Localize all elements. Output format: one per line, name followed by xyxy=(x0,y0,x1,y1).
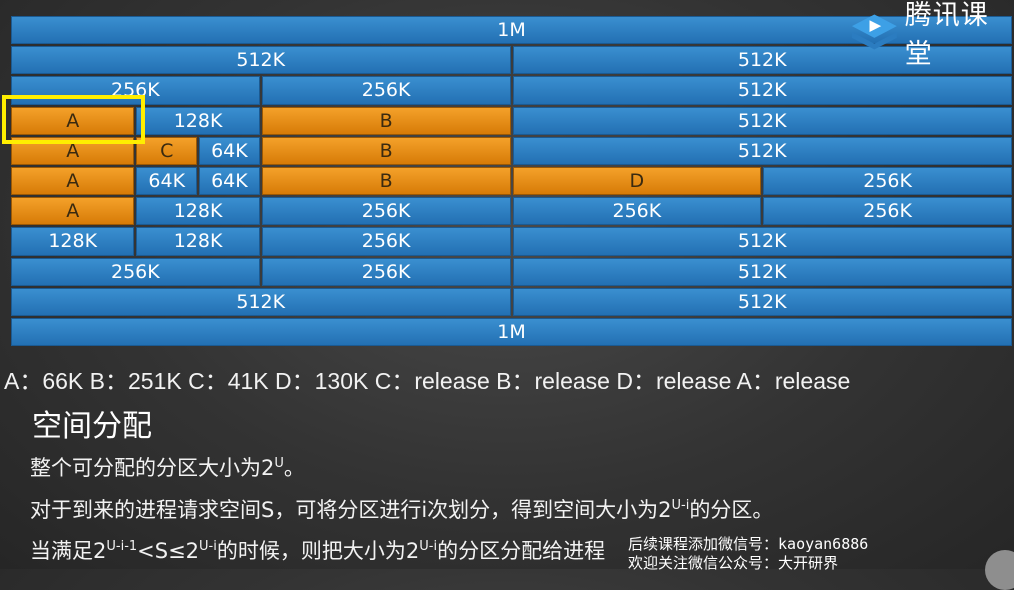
block-free-r9-c0: 512K xyxy=(11,287,511,316)
block-free-r9-c1: 512K xyxy=(512,287,1012,316)
watermark-line-2: 欢迎关注微信公众号：大开研界 xyxy=(628,554,839,572)
block-allocated-r3-c0: A xyxy=(11,106,135,135)
block-free-r2-c0: 256K xyxy=(11,76,260,105)
buddy-system-diagram: 1M 512K 512K 256K 256K 512K A 128K B 512K A C 64K B 51… xyxy=(0,0,1014,350)
block-free-r6-c2: 256K xyxy=(261,197,511,226)
watermark-line-1: 后续课程添加微信号：kaoyan6886 xyxy=(628,535,869,553)
block-free-r8-c2: 512K xyxy=(512,257,1012,286)
logo-text: 腾讯课堂 xyxy=(904,0,989,70)
block-free-r6-c1: 128K xyxy=(136,197,260,226)
text-line-1: 整个可分配的分区大小为2U。 xyxy=(30,456,305,480)
logo: 腾讯课堂 xyxy=(850,0,1014,70)
block-allocated-r4-c1: C xyxy=(136,136,198,165)
block-allocated-r4-c3: B xyxy=(261,136,511,165)
allocation-sequence: A：66K B：251K C：41K D：130K C：release B：re… xyxy=(4,368,851,394)
text-line-2: 对于到来的进程请求空间S，可将分区进行i次划分，得到空间大小为2U-i的分区。 xyxy=(30,498,774,522)
block-free-r3-c1: 128K xyxy=(136,106,260,135)
block-free-r6-c4: 256K xyxy=(763,197,1012,226)
block-free-r7-c3: 512K xyxy=(512,227,1012,256)
block-allocated-r5-c3: B xyxy=(261,167,511,196)
watermark: 后续课程添加微信号：kaoyan6886 欢迎关注微信公众号：大开研界 xyxy=(628,535,868,573)
block-free-r1-c0: 512K xyxy=(11,46,511,75)
corner-avatar xyxy=(985,550,1014,590)
block-allocated-r6-c0: A xyxy=(11,197,135,226)
block-free-r8-c1: 256K xyxy=(261,257,511,286)
block-allocated-r4-c0: A xyxy=(11,136,135,165)
block-free-r4-c4: 512K xyxy=(512,136,1012,165)
block-allocated-r5-c0: A xyxy=(11,167,135,196)
block-free-r2-c1: 256K xyxy=(261,76,511,105)
block-free-r4-c2: 64K xyxy=(199,136,260,165)
block-free-r2-c2: 512K xyxy=(512,76,1012,105)
block-free-r7-c0: 128K xyxy=(11,227,135,256)
block-free-r6-c3: 256K xyxy=(512,197,762,226)
block-free-r3-c3: 512K xyxy=(512,106,1012,135)
block-free-r5-c2: 64K xyxy=(199,167,260,196)
block-free-r7-c1: 128K xyxy=(136,227,260,256)
section-title: 空间分配 xyxy=(32,409,152,444)
block-free-r7-c2: 256K xyxy=(261,227,511,256)
block-allocated-r5-c4: D xyxy=(512,167,762,196)
block-allocated-r3-c2: B xyxy=(261,106,511,135)
block-free-r5-c1: 64K xyxy=(136,167,198,196)
text-line-3: 当满足2U-i-1<S≤2U-i的时候，则把大小为2U-i的分区分配给进程 xyxy=(30,539,606,563)
tencent-classroom-play-icon xyxy=(851,14,897,50)
block-free-r10-c0: 1M xyxy=(11,318,1012,347)
block-free-r8-c0: 256K xyxy=(11,257,260,286)
block-free-r5-c5: 256K xyxy=(763,167,1012,196)
